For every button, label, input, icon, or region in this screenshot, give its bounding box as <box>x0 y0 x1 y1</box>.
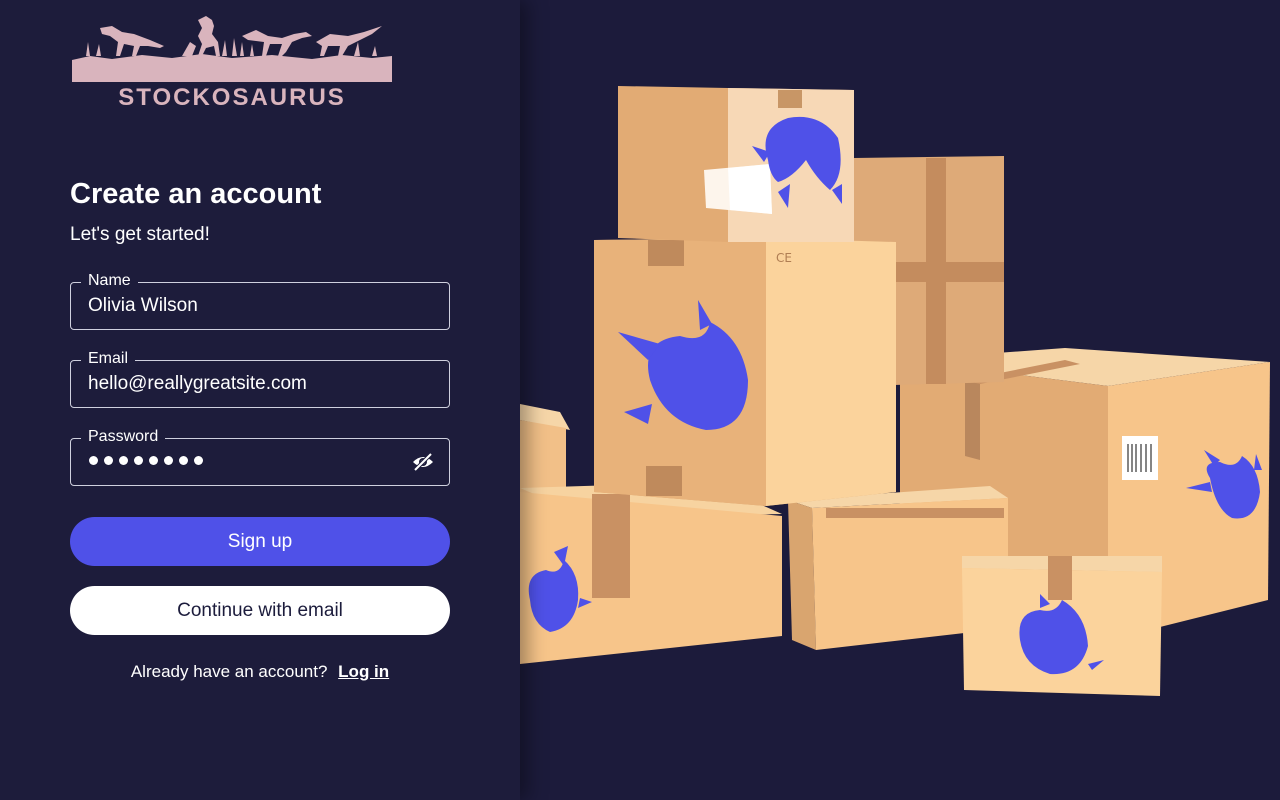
page-title: Create an account <box>70 178 322 210</box>
continue-with-email-button[interactable]: Continue with email <box>70 586 450 635</box>
sign-up-button[interactable]: Sign up <box>70 517 450 566</box>
password-dot <box>179 456 188 465</box>
password-dot <box>134 456 143 465</box>
login-prompt: Already have an account? Log in <box>70 662 450 682</box>
name-field-value[interactable]: Olivia Wilson <box>88 295 198 317</box>
small-front-box <box>962 556 1162 696</box>
bottom-left-box <box>520 482 782 664</box>
top-box <box>618 86 854 242</box>
email-field[interactable]: Email hello@reallygreatsite.com <box>70 349 450 408</box>
password-dot <box>149 456 158 465</box>
name-field[interactable]: Name Olivia Wilson <box>70 271 450 330</box>
illustration-panel: II CE CE <box>520 0 1280 800</box>
email-field-value[interactable]: hello@reallygreatsite.com <box>88 373 307 395</box>
signup-panel: STOCKOSAURUS Create an account Let's get… <box>0 0 520 800</box>
brand-name: STOCKOSAURUS <box>118 84 346 111</box>
password-dot <box>194 456 203 465</box>
password-field-label: Password <box>81 427 166 447</box>
page-subtitle: Let's get started! <box>70 224 210 245</box>
boxes-illustration: II CE CE <box>520 86 1270 696</box>
password-dot <box>119 456 128 465</box>
email-field-label: Email <box>81 349 136 369</box>
name-field-label: Name <box>81 271 138 291</box>
eye-off-icon[interactable] <box>411 451 435 473</box>
password-dot <box>104 456 113 465</box>
login-prompt-text: Already have an account? <box>130 662 328 681</box>
login-link[interactable]: Log in <box>338 662 389 681</box>
front-center-box: CE <box>594 238 896 506</box>
svg-text:CE: CE <box>776 251 792 265</box>
password-dot <box>164 456 173 465</box>
password-field[interactable]: Password <box>70 427 450 486</box>
password-dot <box>89 456 98 465</box>
password-masked-value[interactable] <box>89 456 203 465</box>
